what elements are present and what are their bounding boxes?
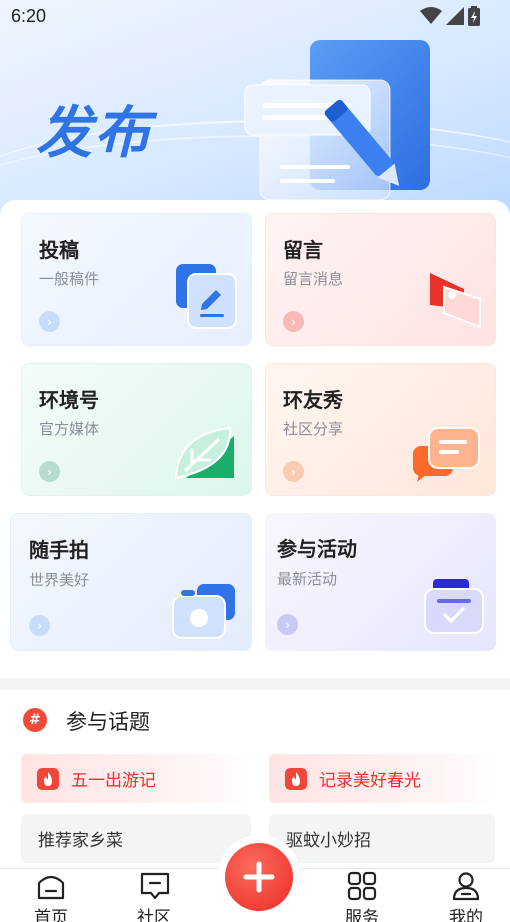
status-icons bbox=[420, 6, 480, 26]
page-title: 发布 bbox=[36, 101, 152, 166]
camera-icon bbox=[172, 584, 235, 639]
nav-label: 服务 bbox=[345, 908, 379, 922]
publish-fab-button[interactable] bbox=[225, 843, 293, 911]
card-title: 随手拍 bbox=[29, 538, 89, 562]
arrow-right-icon: › bbox=[39, 461, 60, 482]
card-subtitle: 留言消息 bbox=[283, 270, 344, 288]
fire-icon bbox=[285, 767, 307, 790]
card-subtitle: 最新活动 bbox=[277, 570, 338, 588]
topic-label: 驱蚊小妙招 bbox=[286, 831, 371, 851]
nav-item-home[interactable]: 首页 bbox=[16, 869, 86, 922]
card-snapshot[interactable]: 随手拍 世界美好 › bbox=[10, 513, 252, 651]
leaf-icon bbox=[174, 426, 234, 480]
home-icon bbox=[37, 875, 65, 900]
card-title: 参与活动 bbox=[277, 537, 357, 561]
topic-label: 推荐家乡菜 bbox=[38, 831, 123, 851]
arrow-right-icon: › bbox=[283, 461, 304, 482]
card-subtitle: 世界美好 bbox=[29, 571, 90, 589]
edit-document-icon bbox=[176, 264, 237, 329]
card-title: 留言 bbox=[283, 238, 323, 262]
megaphone-icon bbox=[430, 273, 481, 329]
arrow-right-icon: › bbox=[29, 615, 50, 636]
card-submission[interactable]: 投稿 一般稿件 › bbox=[21, 213, 252, 346]
community-icon bbox=[140, 872, 170, 900]
card-subtitle: 社区分享 bbox=[283, 420, 344, 438]
grid-icon bbox=[347, 871, 377, 901]
card-friend-show[interactable]: 环友秀 社区分享 › bbox=[265, 363, 496, 496]
nav-item-profile[interactable]: 我的 bbox=[431, 869, 501, 922]
chat-bubbles-icon bbox=[413, 427, 480, 482]
topic-chip-hot[interactable]: 记录美好春光 bbox=[269, 754, 495, 803]
nav-item-community[interactable]: 社区 bbox=[119, 869, 189, 922]
topic-chip-hot[interactable]: 五一出游记 bbox=[21, 754, 251, 803]
card-subtitle: 一般稿件 bbox=[39, 270, 100, 288]
hashtag-icon: # bbox=[23, 708, 47, 732]
publish-options-panel: 投稿 一般稿件 › 留言 留言消息 › 环境号 官方媒体 › 环友秀 社区分享 … bbox=[0, 200, 510, 678]
card-title: 投稿 bbox=[39, 238, 79, 262]
arrow-right-icon: › bbox=[39, 311, 60, 332]
signal-icon bbox=[446, 7, 464, 25]
card-message[interactable]: 留言 留言消息 › bbox=[265, 213, 496, 346]
profile-icon bbox=[452, 872, 480, 901]
card-title: 环境号 bbox=[39, 388, 99, 412]
wifi-icon bbox=[420, 7, 442, 24]
fire-icon bbox=[37, 767, 59, 790]
plus-icon bbox=[243, 861, 275, 893]
arrow-right-icon: › bbox=[283, 311, 304, 332]
topic-chip[interactable]: 推荐家乡菜 bbox=[21, 814, 251, 863]
topic-label: 五一出游记 bbox=[71, 771, 156, 791]
nav-label: 社区 bbox=[137, 908, 171, 922]
topic-chip[interactable]: 驱蚊小妙招 bbox=[269, 814, 495, 863]
publish-illustration bbox=[244, 40, 430, 201]
arrow-right-icon: › bbox=[277, 614, 298, 635]
topic-label: 记录美好春光 bbox=[319, 771, 421, 791]
status-bar: 6:20 bbox=[0, 0, 510, 34]
nav-label: 我的 bbox=[449, 908, 483, 922]
nav-item-services[interactable]: 服务 bbox=[327, 869, 397, 922]
card-activities[interactable]: 参与活动 最新活动 › bbox=[265, 513, 496, 651]
status-time: 6:20 bbox=[11, 6, 47, 26]
topics-heading: 参与话题 bbox=[66, 710, 150, 734]
card-environment-media[interactable]: 环境号 官方媒体 › bbox=[21, 363, 252, 496]
checklist-icon bbox=[424, 579, 484, 634]
nav-label: 首页 bbox=[34, 908, 68, 922]
battery-icon bbox=[468, 6, 480, 26]
card-title: 环友秀 bbox=[283, 388, 343, 412]
card-subtitle: 官方媒体 bbox=[39, 420, 100, 438]
